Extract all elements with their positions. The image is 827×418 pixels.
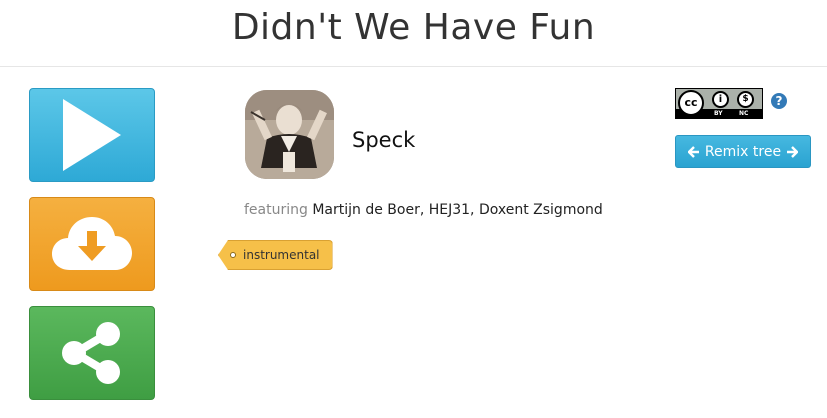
- question-circle-icon[interactable]: ?: [771, 93, 787, 109]
- tag-hole-icon: [230, 252, 236, 258]
- arrow-right-icon: [787, 145, 799, 158]
- noncommercial-icon: $: [737, 91, 754, 108]
- arrow-left-icon: [687, 145, 699, 158]
- cc-by-label: BY: [714, 110, 723, 117]
- tag-instrumental[interactable]: instrumental: [218, 240, 333, 270]
- artist-name[interactable]: Speck: [352, 128, 415, 152]
- cc-logo-icon: cc: [678, 90, 704, 116]
- child-photo-image: [245, 90, 334, 179]
- share-button[interactable]: [29, 306, 155, 400]
- tag-label: instrumental: [243, 248, 320, 262]
- attribution-icon: i: [712, 91, 729, 108]
- cc-nc-label: NC: [739, 110, 749, 117]
- cc-license-badge[interactable]: cc i $ BY NC: [675, 88, 763, 119]
- cloud-download-icon: [52, 217, 132, 270]
- featuring-label: featuring: [244, 202, 308, 218]
- remix-tree-button[interactable]: Remix tree: [675, 135, 811, 168]
- download-button[interactable]: [29, 197, 155, 291]
- play-button[interactable]: [29, 88, 155, 182]
- play-icon: [63, 99, 121, 171]
- artist-avatar[interactable]: [245, 90, 334, 179]
- header-divider: [0, 66, 827, 67]
- page-title: Didn't We Have Fun: [231, 7, 596, 48]
- share-icon: [62, 322, 120, 384]
- featuring-line: featuring Martijn de Boer, HEJ31, Doxent…: [244, 202, 603, 218]
- remix-tree-label: Remix tree: [704, 143, 782, 160]
- featuring-names[interactable]: Martijn de Boer, HEJ31, Doxent Zsigmond: [312, 202, 602, 218]
